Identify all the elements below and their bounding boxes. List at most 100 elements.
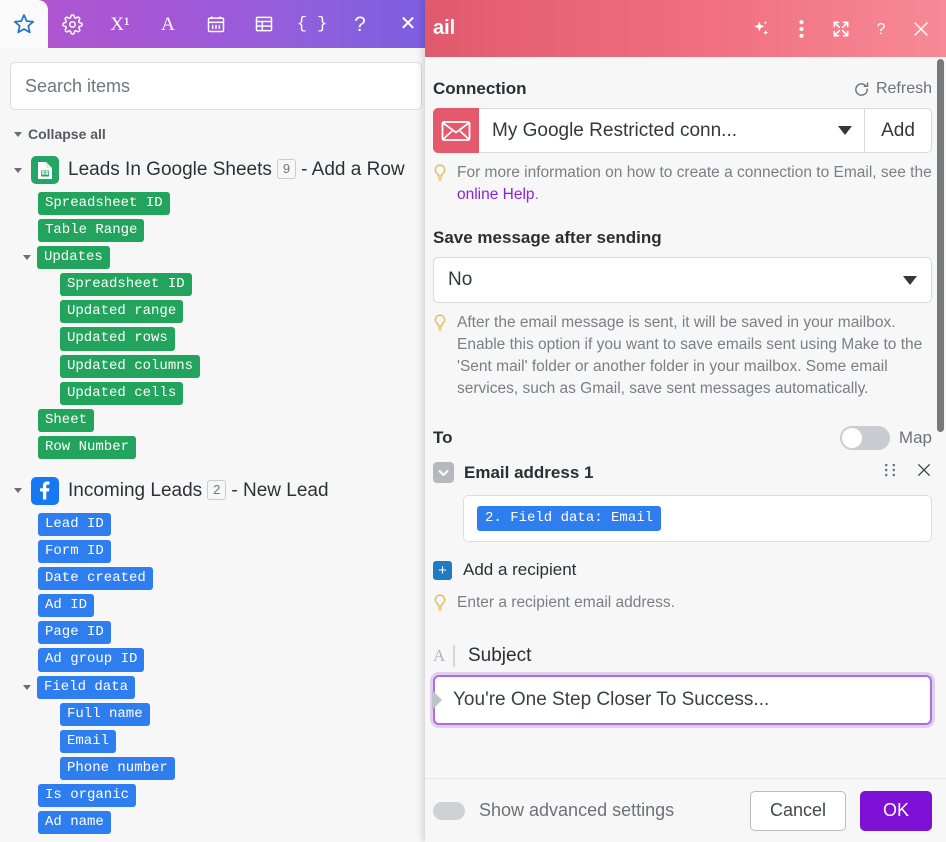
ok-button[interactable]: OK bbox=[859, 790, 932, 831]
drag-handle-icon[interactable] bbox=[884, 462, 896, 483]
tree-item-label[interactable]: Updated rows bbox=[60, 327, 175, 351]
tree-item-label[interactable]: Spreadsheet ID bbox=[38, 192, 170, 216]
subject-header: A Subject bbox=[433, 619, 932, 675]
tab-array[interactable] bbox=[240, 0, 288, 48]
subject-input[interactable] bbox=[433, 675, 932, 725]
mapped-token[interactable]: 2. Field data: Email bbox=[477, 506, 662, 531]
tree-item-label[interactable]: Updated range bbox=[60, 300, 184, 324]
tree-item[interactable]: Email bbox=[60, 728, 432, 755]
tree-item[interactable]: Table Range bbox=[38, 217, 432, 244]
tree-item-label[interactable]: Email bbox=[60, 729, 117, 753]
tab-settings[interactable] bbox=[48, 0, 96, 48]
tree-item[interactable]: Spreadsheet ID bbox=[60, 271, 432, 298]
tree-item-label[interactable]: Form ID bbox=[38, 540, 111, 564]
tree-item-label[interactable]: Is organic bbox=[38, 783, 137, 807]
collapse-recipient-button[interactable] bbox=[433, 462, 454, 483]
close-icon[interactable] bbox=[910, 18, 932, 40]
map-toggle[interactable] bbox=[839, 426, 890, 450]
tree-item[interactable]: Form ID bbox=[38, 538, 432, 565]
cancel-button[interactable]: Cancel bbox=[749, 790, 846, 831]
tab-general[interactable]: { } bbox=[288, 0, 336, 48]
remove-recipient-icon[interactable] bbox=[916, 462, 932, 483]
tree-item-label[interactable]: Spreadsheet ID bbox=[60, 273, 192, 297]
connection-select[interactable]: My Google Restricted conn... bbox=[479, 108, 864, 153]
tab-help[interactable]: ? bbox=[336, 0, 384, 48]
plus-icon[interactable]: + bbox=[433, 560, 452, 580]
tree-item[interactable]: Ad name bbox=[38, 809, 432, 836]
tree-item-label[interactable]: Ad group ID bbox=[38, 648, 145, 672]
tree-item[interactable]: Sheet bbox=[38, 407, 432, 434]
collapse-all-button[interactable]: Collapse all bbox=[10, 124, 432, 152]
connection-section-header: Connection Refresh bbox=[433, 57, 932, 108]
connection-value: My Google Restricted conn... bbox=[492, 119, 737, 141]
tree-item-label[interactable]: Full name bbox=[60, 702, 150, 726]
tree-item[interactable]: Is organic bbox=[38, 782, 432, 809]
tab-math[interactable]: X¹ bbox=[96, 0, 144, 48]
tree-group-title: Leads In Google Sheets 9- Add a Row bbox=[68, 159, 405, 181]
tree-item-label[interactable]: Ad name bbox=[38, 810, 111, 835]
tree-item[interactable]: Phone number bbox=[60, 755, 432, 782]
tree-item-label[interactable]: Row Number bbox=[38, 435, 137, 459]
save-message-select[interactable]: No bbox=[433, 257, 932, 303]
tree-item-label[interactable]: Updated columns bbox=[60, 354, 201, 378]
connection-hint-text: For more information on how to create a … bbox=[457, 162, 932, 206]
tab-favorites[interactable] bbox=[0, 0, 48, 48]
tree-item-label[interactable]: Sheet bbox=[38, 408, 95, 432]
tree-item[interactable]: Updated columns bbox=[60, 353, 432, 380]
online-help-link[interactable]: online Help bbox=[457, 186, 535, 203]
tree-item[interactable]: Spreadsheet ID bbox=[38, 190, 432, 217]
tree-item-label[interactable]: Page ID bbox=[38, 621, 111, 645]
tree-item[interactable]: Page ID bbox=[38, 619, 432, 646]
chevron-down-icon[interactable] bbox=[23, 684, 31, 690]
tree-item-label[interactable]: Date created bbox=[38, 567, 153, 591]
tree-group-header-sheets[interactable]: Leads In Google Sheets 9- Add a Row bbox=[10, 152, 432, 190]
tree-item[interactable]: Full name bbox=[60, 701, 432, 728]
expand-icon[interactable] bbox=[830, 18, 852, 40]
ai-sparkle-icon[interactable] bbox=[750, 18, 772, 40]
refresh-label: Refresh bbox=[875, 80, 932, 97]
refresh-button[interactable]: Refresh bbox=[853, 80, 932, 98]
advanced-settings-label: Show advanced settings bbox=[479, 800, 675, 820]
tree-item[interactable]: Updated rows bbox=[60, 325, 432, 352]
tree-item-label[interactable]: Phone number bbox=[60, 756, 175, 780]
envelope-icon bbox=[433, 108, 479, 153]
help-icon[interactable]: ? bbox=[870, 18, 892, 40]
recipient-title: Email address 1 bbox=[464, 462, 594, 482]
more-vertical-icon[interactable] bbox=[790, 18, 812, 40]
tab-text[interactable]: A bbox=[144, 0, 192, 48]
dialog-footer: Show advanced settings Cancel OK bbox=[425, 778, 946, 842]
tree-item[interactable]: Ad group ID bbox=[38, 646, 432, 673]
tab-date[interactable] bbox=[192, 0, 240, 48]
group-suffix: - New Lead bbox=[231, 479, 329, 501]
svg-text:?: ? bbox=[877, 21, 886, 38]
tree-item-label[interactable]: Ad ID bbox=[38, 594, 95, 618]
tree-item-expandable[interactable]: Updates bbox=[23, 244, 432, 271]
panel-scrollbar[interactable] bbox=[937, 59, 944, 432]
tree-item-label[interactable]: Table Range bbox=[38, 219, 145, 243]
tree-item-expandable[interactable]: Field data bbox=[23, 674, 432, 701]
tree-item[interactable]: Updated range bbox=[60, 298, 432, 325]
item-tree: Collapse all Leads In Google Sheets 9- Ad… bbox=[0, 118, 432, 836]
tree-item[interactable]: Ad ID bbox=[38, 592, 432, 619]
chevron-down-icon bbox=[903, 275, 917, 285]
tree-item-label[interactable]: Updated cells bbox=[60, 381, 184, 405]
tree-item-label[interactable]: Updates bbox=[37, 246, 110, 270]
group-title-text: Incoming Leads bbox=[68, 479, 203, 501]
add-connection-button[interactable]: Add bbox=[864, 108, 932, 153]
tree-item[interactable]: Row Number bbox=[38, 434, 432, 461]
add-recipient-row[interactable]: + Add a recipient bbox=[433, 542, 932, 580]
tree-item-label[interactable]: Field data bbox=[37, 675, 136, 699]
recipient-input[interactable]: 2. Field data: Email bbox=[463, 495, 932, 542]
tree-item[interactable]: Lead ID bbox=[38, 511, 432, 538]
tree-item[interactable]: Updated cells bbox=[60, 380, 432, 407]
chevron-down-icon[interactable] bbox=[23, 255, 31, 261]
chevron-down-icon bbox=[838, 126, 852, 135]
advanced-settings-toggle[interactable] bbox=[433, 801, 465, 820]
add-recipient-label[interactable]: Add a recipient bbox=[463, 560, 576, 580]
tree-item-label[interactable]: Lead ID bbox=[38, 512, 111, 537]
recipient-header: Email address 1 bbox=[433, 458, 932, 483]
tree-group-header-facebook[interactable]: Incoming Leads 2- New Lead bbox=[10, 461, 432, 511]
subject-label: Subject bbox=[468, 645, 532, 666]
search-input[interactable] bbox=[10, 62, 422, 110]
tree-item[interactable]: Date created bbox=[38, 565, 432, 592]
